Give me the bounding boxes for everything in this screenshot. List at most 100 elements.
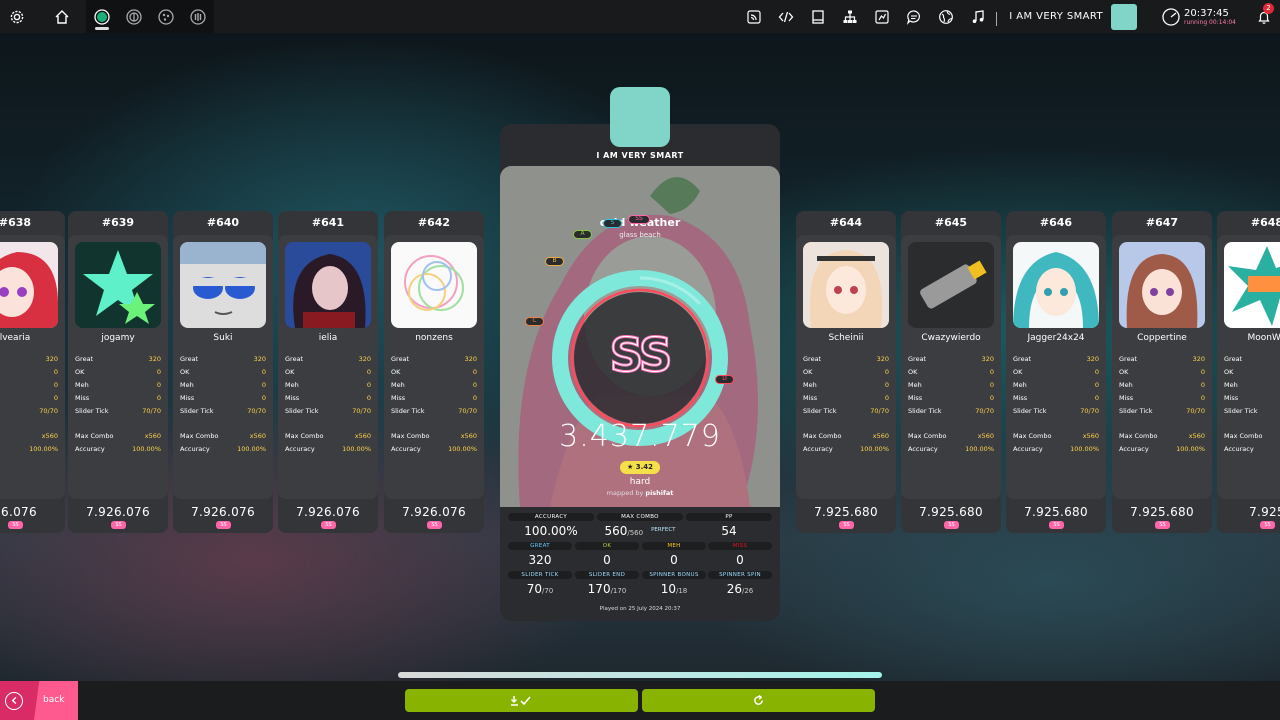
card-stat-row: Max Combo	[1224, 430, 1280, 443]
leaderboard-card[interactable]: #644 Scheinii Great 320 OK 0 Meh 0 Miss 0 Slider T…	[796, 211, 896, 533]
code-icon[interactable]	[770, 0, 802, 33]
card-stat-value: 70/70	[1186, 407, 1205, 415]
taiko-ruleset-icon[interactable]	[118, 0, 150, 33]
card-stat-row: Miss 0	[180, 392, 266, 405]
card-username: jogamy	[101, 333, 135, 343]
card-stat-label: Max Combo	[391, 432, 430, 440]
card-rank: #648	[1250, 216, 1280, 229]
card-stat-value: 0	[472, 381, 477, 389]
card-stat-row: Meh 0	[908, 379, 994, 392]
card-stat-label: OK	[1119, 368, 1129, 376]
card-rank: #647	[1145, 216, 1179, 229]
osu-ruleset-icon[interactable]	[86, 0, 118, 33]
card-stat-row: Accuracy 100.00%	[75, 443, 161, 456]
stat-great-label: GREAT	[508, 542, 572, 550]
card-stat-label: Slider Tick	[803, 407, 837, 415]
card-stat-row: Meh 0	[75, 379, 161, 392]
card-stat-label: Accuracy	[285, 445, 315, 453]
card-stat-value: 100.00%	[1176, 445, 1205, 453]
card-stat-value: 100.00%	[965, 445, 994, 453]
card-stat-label: Miss	[285, 394, 300, 402]
catch-ruleset-icon[interactable]	[150, 0, 182, 33]
card-stat-label: Miss	[1013, 394, 1028, 402]
leaderboard-card[interactable]: #648 MoonWh Great OK Meh Miss Slider Tick Max C…	[1217, 211, 1280, 533]
leaderboard-card[interactable]: #642 nonzens Great 320 OK 0 Meh 0 Miss 0 Slider Ti…	[384, 211, 484, 533]
card-stat-value: 0	[884, 381, 889, 389]
card-stats: Great OK Meh Miss Slider Tick Max Combo Accura…	[1224, 353, 1280, 456]
leaderboard-card[interactable]: #646 Jagger24x24 Great 320 OK 0 Meh 0 Miss 0 Slide…	[1006, 211, 1106, 533]
stats-gap	[1119, 418, 1205, 430]
card-rank-badge: SS	[216, 521, 231, 529]
back-button[interactable]: back	[0, 681, 78, 720]
card-rank: #646	[1039, 216, 1073, 229]
leaderboard-card[interactable]: #640 Suki Great 320 OK 0 Meh 0 Miss 0 Slider Tick 7…	[173, 211, 273, 533]
card-stat-row: Max Combo x560	[803, 430, 889, 443]
stats-gap	[285, 418, 371, 430]
music-icon[interactable]	[962, 0, 994, 33]
globe-icon[interactable]	[930, 0, 962, 33]
chat-icon[interactable]	[898, 0, 930, 33]
card-stats: Great 320 OK 0 Meh 0 Miss 0 Slider Tick 70/70 Max …	[1119, 353, 1205, 456]
card-stat-label: Slider Tick	[391, 407, 425, 415]
home-icon[interactable]	[45, 0, 78, 33]
leaderboard-card[interactable]: #641 ielia Great 320 OK 0 Meh 0 Miss 0 Slider Tick…	[278, 211, 378, 533]
toolbar-username[interactable]: I AM VERY SMART	[1009, 11, 1103, 22]
card-stat-label: Slider Tick	[1224, 407, 1258, 415]
settings-icon[interactable]	[0, 0, 33, 33]
card-stats: 320 0 0 0 ck70/70 mbox560y100.00%	[0, 353, 58, 456]
card-stat-value: x560	[872, 432, 889, 440]
chart-icon[interactable]	[866, 0, 898, 33]
leaderboard-card[interactable]: #647 Coppertine Great 320 OK 0 Meh 0 Miss 0 Slider…	[1112, 211, 1212, 533]
leaderboard-card[interactable]: #645 Cwazywierdo Great 320 OK 0 Meh 0 Miss 0 Slide…	[901, 211, 1001, 533]
card-stat-row: y100.00%	[0, 443, 58, 456]
card-stat-value: x560	[354, 432, 371, 440]
card-stat-value: 0	[53, 381, 58, 389]
card-stat-row: 320	[0, 353, 58, 366]
card-stat-label: Meh	[803, 381, 817, 389]
scroll-bar[interactable]	[398, 672, 882, 678]
card-stat-row: Max Combo x560	[1119, 430, 1205, 443]
download-replay-button[interactable]	[405, 689, 638, 712]
book-icon[interactable]	[802, 0, 834, 33]
leaderboard-card[interactable]: #638 lvearia 320 0 0 0 ck70/70 mbox560y100.00% 2…	[0, 211, 65, 533]
card-stat-row: 0	[0, 392, 58, 405]
stat-spinner-spin-value: 26	[726, 582, 742, 596]
card-score: 7.925.680	[919, 505, 983, 519]
stat-spinner-spin: SPINNER SPIN 26/26	[708, 571, 772, 596]
card-stat-row: OK 0	[1013, 366, 1099, 379]
card-username: Cwazywierdo	[921, 333, 981, 343]
card-stat-row: Max Combo x560	[908, 430, 994, 443]
clock[interactable]: 20:37:45 running 00:14:04	[1161, 7, 1236, 27]
mania-ruleset-icon[interactable]	[182, 0, 214, 33]
card-stat-row: OK	[1224, 366, 1280, 379]
retry-button[interactable]	[642, 689, 875, 712]
card-stat-row: OK 0	[1119, 366, 1205, 379]
mapper-name[interactable]: pishifat	[645, 489, 673, 497]
card-stat-row: Great 320	[391, 353, 477, 366]
card-stat-row: Great 320	[1013, 353, 1099, 366]
card-stat-label: Slider Tick	[1013, 407, 1047, 415]
card-stat-label: Miss	[391, 394, 406, 402]
stat-spinner-bonus-total: /18	[676, 587, 688, 595]
difficulty-name: hard	[629, 477, 651, 487]
card-stat-value: 320	[876, 355, 889, 363]
card-stat-label: Miss	[908, 394, 923, 402]
card-stat-value: 0	[156, 368, 161, 376]
leaderboard-card[interactable]: #639 jogamy Great 320 OK 0 Meh 0 Miss 0 Slider Tic…	[68, 211, 168, 533]
notifications-button[interactable]: 2	[1248, 0, 1280, 33]
card-avatar	[391, 242, 477, 328]
card-rank: #638	[0, 216, 32, 229]
toolbar-avatar[interactable]	[1110, 3, 1137, 30]
stat-ok-value: 0	[603, 553, 611, 567]
card-stat-value: 70/70	[352, 407, 371, 415]
sitemap-icon[interactable]	[834, 0, 866, 33]
card-stat-value: 0	[884, 368, 889, 376]
card-stat-value: 0	[53, 394, 58, 402]
rss-icon[interactable]	[738, 0, 770, 33]
score-avatar[interactable]	[610, 87, 670, 147]
card-stat-row: Miss 0	[1119, 392, 1205, 405]
card-stat-label: Accuracy	[1224, 445, 1254, 453]
card-stat-value: 70/70	[1080, 407, 1099, 415]
rank-tick-b: B	[545, 257, 564, 266]
retry-icon	[754, 695, 763, 705]
